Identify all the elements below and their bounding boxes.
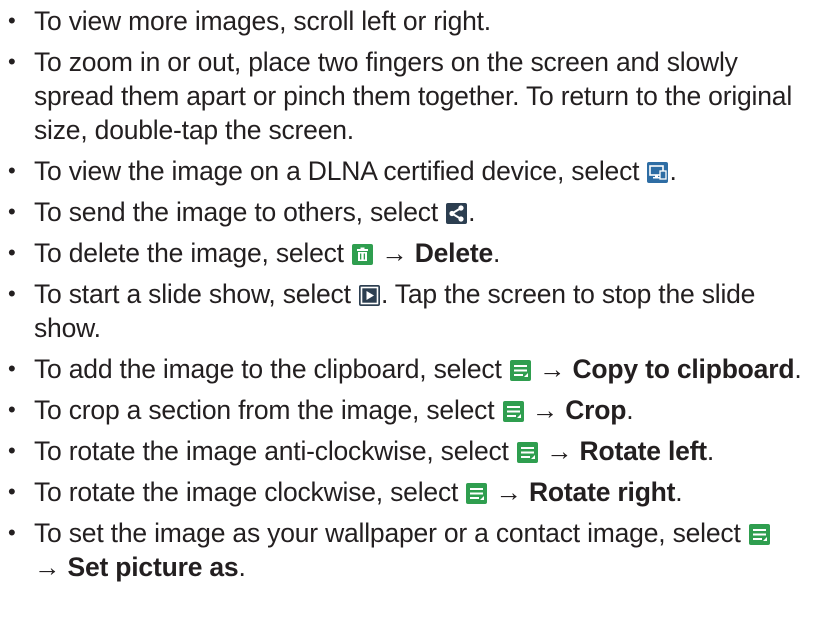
menu-option-delete: Delete [414,238,494,268]
play-icon [358,285,380,306]
bullet: • [8,397,16,422]
list-item: • To view the image on a DLNA certified … [0,154,815,188]
arrow: → [34,552,61,582]
menu-icon [516,442,538,463]
menu-icon [509,360,531,381]
bullet: • [8,158,16,183]
share-icon [446,203,468,224]
menu-option-rotate-right: Rotate right [529,477,676,507]
arrow: → [538,354,566,384]
bullet: • [8,199,16,224]
menu-option-set-picture-as: Set picture as [67,552,239,582]
item-text: To view the image on a DLNA certified de… [34,156,640,186]
menu-icon [466,483,488,504]
item-text: . [794,354,802,384]
instruction-list: • To view more images, scroll left or ri… [0,4,815,591]
arrow: → [546,436,573,466]
arrow: → [495,477,523,507]
list-item: • To rotate the image anti-clockwise, se… [0,434,815,468]
arrow: → [531,395,559,425]
bullet: • [8,438,16,463]
menu-option-copy-to-clipboard: Copy to clipboard [572,354,795,384]
list-item: • To delete the image, select → Delete. [0,236,815,270]
list-item: • To view more images, scroll left or ri… [0,4,815,38]
bullet: • [8,8,16,33]
dlna-icon [647,162,669,183]
list-item: • To zoom in or out, place two fingers o… [0,45,804,147]
item-text: To view more images, scroll left or righ… [34,6,491,36]
item-text: . [626,395,634,425]
menu-option-rotate-left: Rotate left [579,436,708,466]
item-text: . [669,156,677,186]
list-item: • To start a slide show, select . Tap th… [0,277,804,345]
item-text: To rotate the image clockwise, select [34,477,459,507]
item-text: To rotate the image anti-clockwise, sele… [34,436,509,466]
list-item: • To send the image to others, select . [0,195,815,229]
bullet: • [8,520,16,545]
item-text: . [493,238,501,268]
bullet: • [8,49,16,74]
list-item: • To crop a section from the image, sele… [0,393,815,427]
arrow: → [381,238,408,268]
bullet: • [8,356,16,381]
item-text: . [706,436,715,466]
item-text: To delete the image, select [34,238,344,268]
bullet: • [8,240,16,265]
bullet: • [8,479,16,504]
item-text: . [238,552,246,582]
item-text: To add the image to the clipboard, selec… [34,354,502,384]
delete-icon [352,244,374,265]
menu-option-crop: Crop [565,395,627,425]
item-text: . [468,197,476,227]
item-text: To crop a section from the image, select [34,395,495,425]
list-item: • To rotate the image clockwise, select … [0,475,815,509]
item-text: To send the image to others, select [34,197,438,227]
menu-icon [502,401,524,422]
item-text: To start a slide show, select [34,279,351,309]
item-text: To zoom in or out, place two fingers on … [34,47,793,145]
item-text: To set the image as your wallpaper or a … [34,518,741,548]
menu-icon [748,524,770,545]
list-item: • To add the image to the clipboard, sel… [0,352,804,386]
bullet: • [8,281,16,306]
item-text: . [675,477,683,507]
list-item: • To set the image as your wallpaper or … [0,516,794,584]
